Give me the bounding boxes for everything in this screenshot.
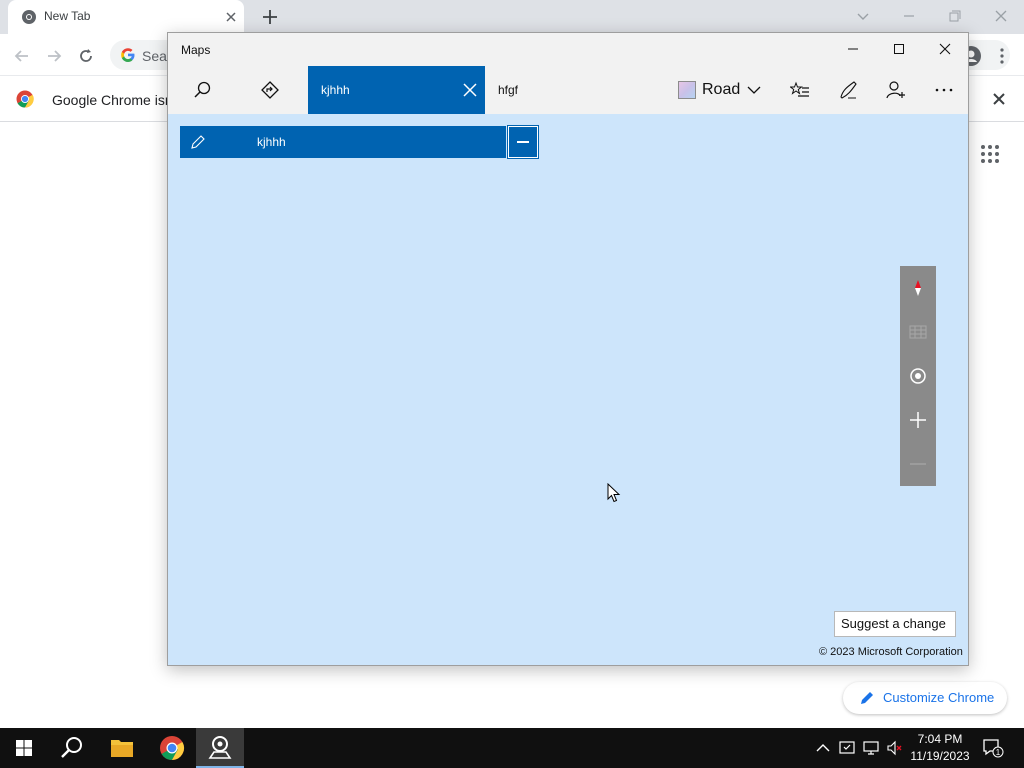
- my-location-icon[interactable]: [900, 354, 936, 398]
- chrome-minimize-button[interactable]: [898, 6, 920, 26]
- active-tab-label: kjhhh: [321, 83, 350, 97]
- show-hidden-icons-chevron-icon[interactable]: [814, 739, 832, 757]
- tilt-grid-icon: [909, 325, 927, 339]
- chrome-menu-icon[interactable]: [992, 45, 1012, 67]
- tab-hfgf[interactable]: hfgf: [498, 83, 518, 97]
- route-entry-label: kjhhh: [257, 135, 286, 149]
- windows-start-icon[interactable]: [0, 728, 48, 768]
- chevron-down-icon: [747, 86, 761, 94]
- mouse-cursor-icon: [607, 483, 621, 503]
- maps-taskbar-button[interactable]: [196, 728, 244, 768]
- close-tab-icon[interactable]: [462, 82, 478, 98]
- chrome-restore-button[interactable]: [944, 6, 966, 26]
- map-canvas[interactable]: kjhhh Suggest a change © 2023 Microsoft …: [168, 114, 968, 665]
- more-options-icon[interactable]: [934, 80, 954, 100]
- tab-search-icon[interactable]: [852, 6, 874, 26]
- minus-icon: [517, 141, 529, 143]
- new-tab-button[interactable]: [260, 7, 280, 27]
- chrome-favicon-icon: [22, 10, 36, 24]
- chrome-taskbar-icon[interactable]: [148, 728, 196, 768]
- suggest-change-button[interactable]: Suggest a change: [834, 611, 956, 637]
- network-icon[interactable]: [862, 739, 880, 757]
- maps-titlebar[interactable]: Maps: [168, 33, 968, 66]
- tab-active-route[interactable]: kjhhh: [308, 66, 485, 114]
- chrome-tab-title: New Tab: [44, 9, 91, 23]
- zoom-out-icon[interactable]: [900, 442, 936, 486]
- edit-pencil-icon[interactable]: [190, 134, 206, 150]
- reload-icon[interactable]: [76, 46, 96, 66]
- maps-close-button[interactable]: [934, 39, 956, 59]
- chrome-logo-icon: [16, 90, 34, 108]
- google-logo-icon: [121, 48, 135, 62]
- taskbar-search-icon[interactable]: [48, 728, 96, 768]
- route-entry-row[interactable]: kjhhh: [180, 126, 506, 158]
- maps-window: Maps kjhhh hfgf Road kjhhh Suggest a cha…: [167, 32, 969, 666]
- windows-taskbar: 7:04 PM 11/19/2023 1: [0, 728, 1024, 768]
- maps-window-title: Maps: [181, 43, 211, 57]
- favorites-icon[interactable]: [790, 80, 810, 100]
- add-person-icon[interactable]: [886, 80, 906, 100]
- customize-chrome-label: Customize Chrome: [883, 690, 995, 705]
- close-tab-icon[interactable]: [223, 9, 239, 25]
- collapse-route-button[interactable]: [507, 125, 539, 159]
- map-controls-panel: [900, 266, 936, 486]
- suggest-change-label: Suggest a change: [841, 616, 946, 631]
- directions-icon[interactable]: [260, 80, 280, 100]
- google-apps-icon[interactable]: [980, 144, 1000, 164]
- system-clock[interactable]: 7:04 PM 11/19/2023: [905, 731, 975, 765]
- notification-icon: 1: [983, 739, 1004, 758]
- chrome-tabstrip: New Tab: [0, 0, 1024, 34]
- customize-chrome-button[interactable]: Customize Chrome: [843, 682, 1007, 714]
- back-arrow-icon[interactable]: [12, 46, 32, 66]
- map-style-label: Road: [702, 81, 741, 98]
- chrome-close-button[interactable]: [990, 6, 1012, 26]
- pencil-icon: [861, 692, 873, 704]
- file-explorer-icon[interactable]: [98, 728, 146, 768]
- maps-maximize-button[interactable]: [888, 39, 910, 59]
- zoom-in-icon[interactable]: [900, 398, 936, 442]
- notification-count: 1: [996, 748, 1001, 757]
- maps-toolbar: kjhhh hfgf Road: [168, 66, 968, 114]
- volume-muted-icon[interactable]: [886, 739, 904, 757]
- infobar-close-icon[interactable]: [990, 90, 1008, 108]
- forward-arrow-icon[interactable]: [44, 46, 64, 66]
- chrome-tab-new-tab[interactable]: New Tab: [8, 0, 244, 34]
- map-style-thumbnail-icon: [678, 81, 696, 99]
- maps-app-icon: [208, 736, 232, 759]
- security-tray-icon[interactable]: [838, 739, 856, 757]
- infobar-message: Google Chrome isn't: [52, 92, 180, 108]
- copyright-text: © 2023 Microsoft Corporation: [819, 646, 963, 658]
- maps-minimize-button[interactable]: [842, 39, 864, 59]
- map-style-dropdown[interactable]: Road: [678, 78, 764, 104]
- ink-pen-icon[interactable]: [838, 80, 858, 100]
- clock-time: 7:04 PM: [917, 732, 963, 746]
- search-icon[interactable]: [192, 80, 212, 100]
- clock-date: 11/19/2023: [910, 749, 970, 763]
- action-center-button[interactable]: 1: [982, 738, 1004, 758]
- compass-icon[interactable]: [900, 266, 936, 310]
